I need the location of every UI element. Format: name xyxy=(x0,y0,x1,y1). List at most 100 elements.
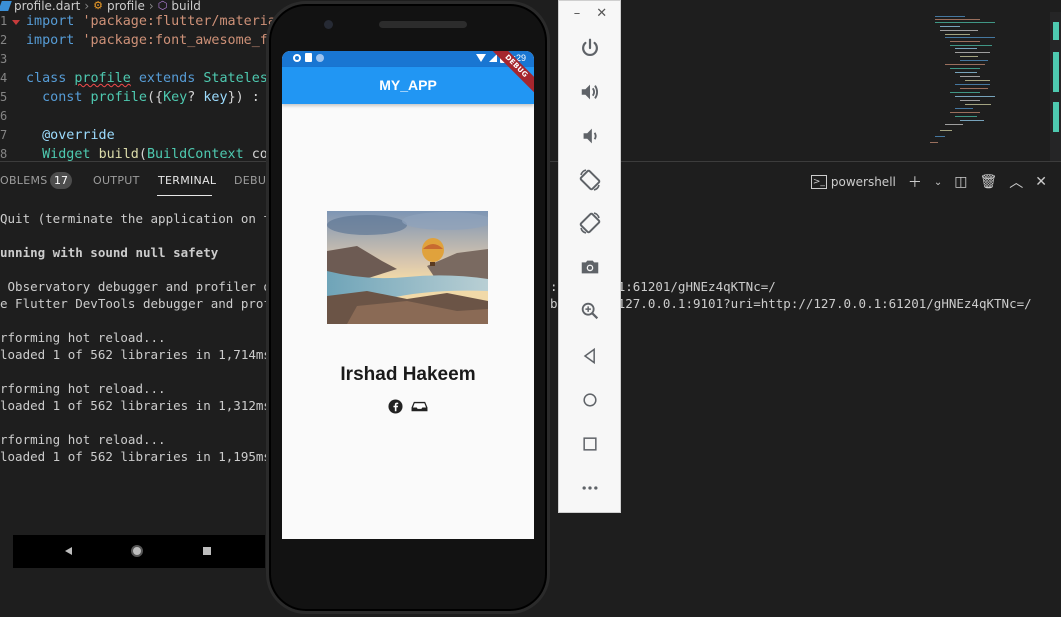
phone-frame: 9:29 MY_APP DEBUG Irshad Hakeem xyxy=(266,1,550,614)
minimap-line xyxy=(945,124,963,125)
minimap-line xyxy=(955,84,990,85)
minimap-line xyxy=(960,76,980,77)
editor-scrollbar[interactable] xyxy=(1050,12,1061,162)
code-text: @override xyxy=(42,128,115,143)
code-line[interactable]: 6 xyxy=(0,107,26,126)
minimap-line xyxy=(940,26,960,27)
minimap-line xyxy=(955,116,977,117)
minimap-line xyxy=(950,41,980,42)
minimap-line xyxy=(935,19,980,20)
minimap-line xyxy=(940,30,978,31)
minimap-line xyxy=(955,96,995,97)
split-icon[interactable]: ◫ xyxy=(954,174,967,190)
minimap-line xyxy=(965,104,991,105)
minimap-line xyxy=(960,100,980,101)
line-number: 3 xyxy=(0,52,8,66)
nav-home-icon[interactable] xyxy=(131,545,143,557)
overview-icon[interactable] xyxy=(576,430,604,458)
terminal-icon: >_ xyxy=(810,175,827,189)
breadcrumb-class[interactable]: profile xyxy=(107,0,145,12)
minimap-line xyxy=(945,64,985,65)
emulator-toolbar: – ✕ xyxy=(558,0,621,513)
power-icon[interactable] xyxy=(576,34,604,62)
scroll-marker xyxy=(1053,52,1059,92)
minimap-line xyxy=(930,142,938,143)
chevron-up-icon[interactable]: ︿ xyxy=(1009,172,1023,192)
close-icon[interactable]: ✕ xyxy=(1035,174,1047,190)
minimap-line xyxy=(960,56,978,57)
minimap-line xyxy=(950,45,992,46)
profile-image xyxy=(327,211,488,324)
terminal-line: loaded 1 of 562 libraries in 1,312ms. xyxy=(0,398,279,413)
code-text: import 'package:font_awesome_fl xyxy=(26,33,276,48)
sync-icon xyxy=(316,53,324,62)
scroll-marker xyxy=(1053,22,1059,40)
minimap[interactable] xyxy=(925,12,1050,162)
close-icon[interactable]: ✕ xyxy=(596,6,607,24)
camera-icon[interactable] xyxy=(576,253,604,281)
chevron-right-icon: › xyxy=(84,0,90,13)
trash-icon[interactable]: 🗑 xyxy=(979,174,997,190)
zoom-icon[interactable] xyxy=(576,297,604,325)
breadcrumb: profile.dart › ⚙ profile › ⬡ build xyxy=(0,0,201,12)
app-bar-title: MY_APP xyxy=(282,67,534,104)
breadcrumb-method[interactable]: build xyxy=(171,0,201,12)
minimap-line xyxy=(960,120,984,121)
line-number: 7 xyxy=(0,128,8,142)
minimap-line xyxy=(935,16,965,17)
minimap-line xyxy=(945,34,970,35)
code-line[interactable]: 2 import 'package:font_awesome_fl xyxy=(0,31,276,50)
facebook-icon[interactable] xyxy=(388,399,403,414)
nav-back-icon[interactable] xyxy=(65,547,72,555)
terminal-line: e Flutter DevTools debugger and profile xyxy=(0,296,294,311)
code-line[interactable]: 7 @override xyxy=(0,126,115,145)
minimap-line xyxy=(950,68,980,69)
back-icon[interactable] xyxy=(576,342,604,370)
tab-problems[interactable]: OBLEMS xyxy=(0,174,48,187)
home-icon[interactable] xyxy=(576,386,604,414)
rotate-right-icon[interactable] xyxy=(576,209,604,237)
minimap-line xyxy=(960,60,988,61)
terminal-line: rforming hot reload... xyxy=(0,381,166,396)
social-links xyxy=(282,399,534,414)
method-icon: ⬡ xyxy=(157,0,168,12)
terminal-line: Observatory debugger and profiler on A xyxy=(0,279,294,294)
code-line[interactable]: 3 xyxy=(0,50,26,69)
volume-down-icon[interactable] xyxy=(576,122,604,150)
minimap-line xyxy=(960,88,988,89)
active-tab-indicator xyxy=(157,195,212,196)
rotate-left-icon[interactable] xyxy=(576,166,604,194)
minimize-icon[interactable]: – xyxy=(574,6,581,24)
volume-up-icon[interactable] xyxy=(576,78,604,106)
terminal-line: loaded 1 of 562 libraries in 1,195ms. xyxy=(0,449,279,464)
sd-card-icon xyxy=(305,53,312,62)
tab-terminal[interactable]: TERMINAL xyxy=(158,174,216,187)
breadcrumb-file[interactable]: profile.dart xyxy=(14,0,80,12)
wifi-icon xyxy=(476,54,487,62)
code-line[interactable]: 4 class profile extends Stateless xyxy=(0,69,276,88)
breakpoint-marker-icon xyxy=(12,20,20,25)
phone-screen[interactable]: 9:29 MY_APP DEBUG Irshad Hakeem xyxy=(282,51,534,539)
nav-recents-icon[interactable] xyxy=(203,547,211,555)
more-icon[interactable] xyxy=(576,474,604,502)
code-line[interactable]: 5 const profile({Key? key}) : s xyxy=(0,88,276,107)
terminal-line: loaded 1 of 562 libraries in 1,714ms. xyxy=(0,347,279,362)
minimap-line xyxy=(945,37,995,38)
minimap-line xyxy=(955,52,990,53)
chevron-down-icon[interactable]: ⌄ xyxy=(934,177,942,188)
plus-icon[interactable]: ＋ xyxy=(908,172,922,192)
code-line[interactable]: 1 import 'package:flutter/materia xyxy=(0,12,276,31)
tab-output[interactable]: OUTPUT xyxy=(93,174,140,187)
terminal-line: b?http://127.0.0.1:9101?uri=http://127.0… xyxy=(550,296,1032,311)
terminal-line: unning with sound null safety xyxy=(0,245,219,260)
inbox-icon[interactable] xyxy=(411,399,428,414)
dart-file-icon xyxy=(0,1,12,11)
minimap-line xyxy=(955,72,977,73)
camera-icon xyxy=(324,20,333,29)
terminal-line: Quit (terminate the application on the xyxy=(0,211,286,226)
panel-actions: >_ powershell ＋ ⌄ ◫ 🗑 ︿ ✕ xyxy=(810,172,1047,192)
profile-name: Irshad Hakeem xyxy=(340,364,476,385)
code-text: class profile extends Stateless xyxy=(26,71,276,86)
shell-selector[interactable]: >_ powershell xyxy=(810,175,896,189)
code-text: const profile({Key? key}) : s xyxy=(42,90,276,105)
